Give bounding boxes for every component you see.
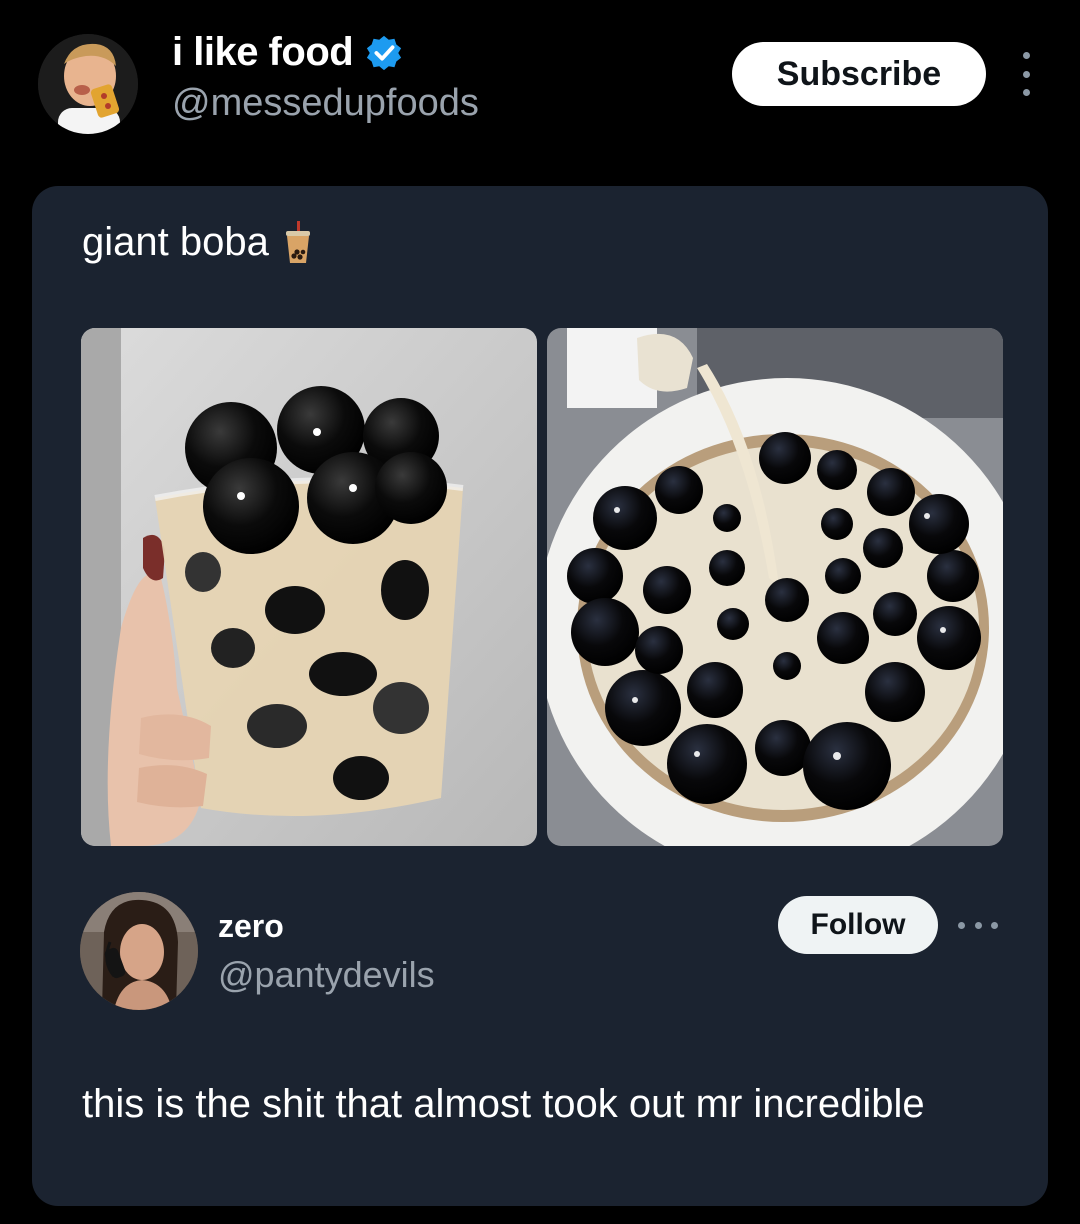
quoted-user-avatar[interactable] [80,892,198,1010]
post-text: giant boba [82,220,313,265]
quoted-user-name[interactable]: zero [218,908,284,945]
post-text-content: giant boba [82,220,269,264]
post-card: giant boba zero @pantydevils Follow this… [32,186,1048,1206]
follow-button[interactable]: Follow [778,896,938,954]
subscribe-button[interactable]: Subscribe [732,42,986,106]
author-name[interactable]: i like food [172,30,403,75]
author-avatar[interactable] [38,34,138,134]
verified-badge-icon [367,35,402,70]
more-options-icon[interactable] [1014,52,1038,96]
post-image-2[interactable] [547,328,1003,846]
quoted-more-icon[interactable] [958,920,998,930]
post-image-1[interactable] [81,328,537,846]
quoted-user-handle[interactable]: @pantydevils [218,954,435,996]
bubble-tea-icon [285,220,310,263]
quoted-post-text: this is the shit that almost took out mr… [82,1082,925,1126]
author-handle[interactable]: @messedupfoods [172,82,479,125]
post-header: i like food @messedupfoods Subscribe [0,0,1080,170]
author-name-text[interactable]: i like food [172,30,354,75]
